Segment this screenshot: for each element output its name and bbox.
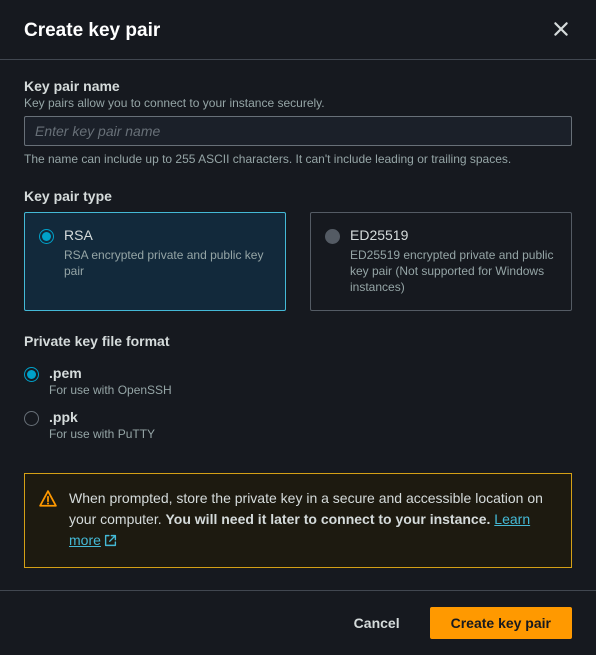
cancel-button[interactable]: Cancel [334,607,420,639]
alert-text: When prompted, store the private key in … [69,488,557,553]
radio-indicator [24,411,39,426]
keypair-type-option-ed25519[interactable]: ED25519 ED25519 encrypted private and pu… [310,212,572,311]
create-key-pair-modal: Create key pair Key pair name Key pairs … [0,0,596,655]
option-title: ED25519 [350,227,557,243]
format-option-pem[interactable]: .pem For use with OpenSSH [24,359,572,403]
format-option-ppk[interactable]: .ppk For use with PuTTY [24,403,572,447]
option-title: RSA [64,227,271,243]
option-description: ED25519 encrypted private and public key… [350,247,557,296]
field-description: Key pairs allow you to connect to your i… [24,96,572,110]
modal-body: Key pair name Key pairs allow you to con… [0,60,596,590]
field-label: Key pair name [24,78,572,94]
radio-indicator [325,229,340,244]
modal-header: Create key pair [0,0,596,60]
create-key-pair-button[interactable]: Create key pair [430,607,572,639]
option-description: For use with PuTTY [49,427,155,441]
warning-icon [39,490,57,553]
keypair-name-input[interactable] [24,116,572,146]
keypair-name-field: Key pair name Key pairs allow you to con… [24,78,572,166]
option-description: For use with OpenSSH [49,383,172,397]
external-link-icon [104,532,117,553]
option-title: .pem [49,365,172,381]
field-label: Private key file format [24,333,572,349]
store-key-warning-alert: When prompted, store the private key in … [24,473,572,568]
private-key-format-field: Private key file format .pem For use wit… [24,333,572,447]
radio-indicator [24,367,39,382]
option-description: RSA encrypted private and public key pai… [64,247,271,279]
field-label: Key pair type [24,188,572,204]
modal-footer: Cancel Create key pair [0,590,596,655]
modal-title: Create key pair [24,20,160,42]
keypair-type-option-rsa[interactable]: RSA RSA encrypted private and public key… [24,212,286,311]
radio-indicator [39,229,54,244]
close-icon [552,20,570,41]
field-constraint: The name can include up to 255 ASCII cha… [24,152,572,166]
keypair-type-field: Key pair type RSA RSA encrypted private … [24,188,572,311]
alert-text-emphasis: You will need it later to connect to you… [166,511,491,527]
option-title: .ppk [49,409,155,425]
close-button[interactable] [550,18,572,43]
